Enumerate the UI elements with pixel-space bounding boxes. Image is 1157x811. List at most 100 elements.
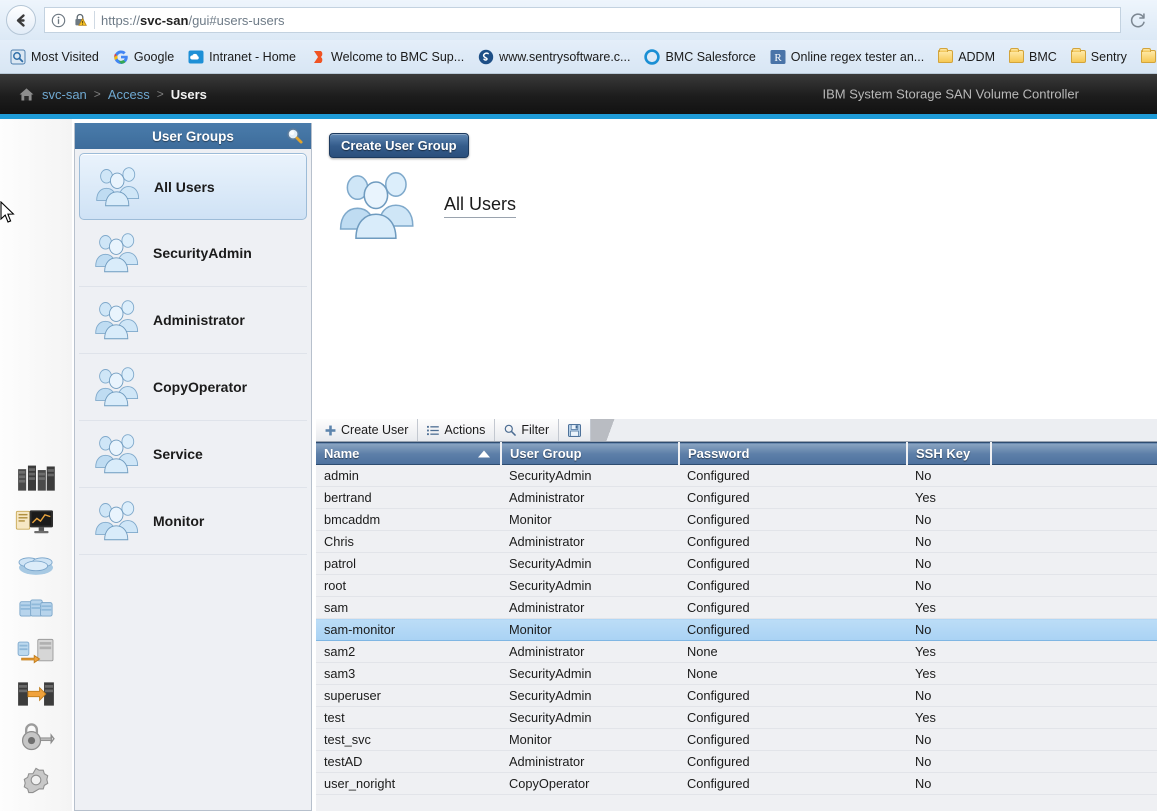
user-groups-header: User Groups (75, 123, 311, 149)
bookmark-folder-bmc[interactable]: BMC (1003, 48, 1063, 66)
sentry-icon (478, 49, 494, 65)
cell-password-status: Configured (679, 465, 907, 487)
cell-password-status: Configured (679, 707, 907, 729)
cell-ssh-key-status: No (907, 619, 991, 641)
bookmark-sentrysoftware[interactable]: www.sentrysoftware.c... (472, 47, 636, 67)
sidebar-item-label: Administrator (153, 312, 245, 328)
table-row[interactable]: sam-monitorMonitorConfiguredNo (316, 619, 1157, 641)
cell-user-name: sam-monitor (316, 619, 501, 641)
sidebar-item-all-users[interactable]: All Users (79, 153, 307, 220)
cell-user-name: bmcaddm (316, 509, 501, 531)
table-row[interactable]: test_svcMonitorConfiguredNo (316, 729, 1157, 751)
user-groups-panel: User Groups (74, 123, 312, 811)
column-header-ssh-key[interactable]: SSH Key (907, 443, 991, 465)
cell-password-status: None (679, 663, 907, 685)
breadcrumb-item-svc-san[interactable]: svc-san (42, 87, 87, 102)
magnifier-icon (504, 424, 516, 436)
settings-icon[interactable] (14, 763, 58, 797)
hosts-icon[interactable] (14, 634, 58, 668)
column-header-user-group[interactable]: User Group (501, 443, 679, 465)
bookmark-label: Online regex tester an... (791, 50, 924, 64)
breadcrumb-item-access[interactable]: Access (108, 87, 150, 102)
column-header-name[interactable]: Name (316, 443, 501, 465)
table-row[interactable]: adminSecurityAdminConfiguredNo (316, 465, 1157, 487)
bookmark-label: Most Visited (31, 50, 99, 64)
table-body: adminSecurityAdminConfiguredNobertrandAd… (316, 465, 1157, 795)
sidebar-item-monitor[interactable]: Monitor (79, 488, 307, 555)
volumes-icon[interactable] (14, 591, 58, 625)
address-bar[interactable]: https://svc-san/gui#users-users (44, 7, 1121, 33)
copy-services-icon[interactable] (14, 677, 58, 711)
cell-spacer (991, 729, 1157, 751)
salesforce-icon (644, 49, 660, 65)
column-header-password[interactable]: Password (679, 443, 907, 465)
cell-spacer (991, 487, 1157, 509)
pools-icon[interactable] (14, 548, 58, 582)
bookmark-bmc-salesforce[interactable]: BMC Salesforce (638, 47, 761, 67)
cell-user-name: test (316, 707, 501, 729)
cell-user-group: Administrator (501, 641, 679, 663)
bookmark-bmc-support[interactable]: Welcome to BMC Sup... (304, 47, 470, 67)
sidebar-item-label: SecurityAdmin (153, 245, 252, 261)
nav-rail (0, 119, 72, 811)
save-disk-icon (568, 424, 581, 437)
cell-password-status: None (679, 641, 907, 663)
folder-icon (1141, 50, 1156, 63)
info-icon[interactable] (51, 13, 66, 28)
bookmark-intranet-home[interactable]: Intranet - Home (182, 47, 302, 67)
main-content: Create User Group All Users (316, 119, 1157, 811)
bookmark-folder-sentry-admin[interactable]: Sentry Admin (1135, 48, 1157, 66)
table-row[interactable]: bmcaddmMonitorConfiguredNo (316, 509, 1157, 531)
table-row[interactable]: patrolSecurityAdminConfiguredNo (316, 553, 1157, 575)
create-user-button[interactable]: Create User (316, 419, 418, 441)
bookmark-google[interactable]: Google (107, 47, 180, 67)
filter-button[interactable]: Filter (495, 419, 559, 441)
cell-user-name: bertrand (316, 487, 501, 509)
save-table-button[interactable] (559, 419, 591, 441)
bookmark-folder-addm[interactable]: ADDM (932, 48, 1001, 66)
table-row[interactable]: user_norightCopyOperatorConfiguredNo (316, 773, 1157, 795)
home-icon[interactable] (18, 87, 35, 102)
monitoring-icon[interactable] (14, 462, 58, 496)
folder-icon (1009, 50, 1024, 63)
table-row[interactable]: sam2AdministratorNoneYes (316, 641, 1157, 663)
table-row[interactable]: testADAdministratorConfiguredNo (316, 751, 1157, 773)
table-row[interactable]: ChrisAdministratorConfiguredNo (316, 531, 1157, 553)
cell-password-status: Configured (679, 597, 907, 619)
bookmark-label: Sentry (1091, 50, 1127, 64)
cell-user-group: SecurityAdmin (501, 663, 679, 685)
cell-spacer (991, 773, 1157, 795)
sidebar-item-administrator[interactable]: Administrator (79, 287, 307, 354)
cell-ssh-key-status: No (907, 553, 991, 575)
table-row[interactable]: sam3SecurityAdminNoneYes (316, 663, 1157, 685)
regex-r-icon: R (770, 49, 786, 65)
cell-spacer (991, 553, 1157, 575)
create-user-group-button[interactable]: Create User Group (329, 133, 469, 158)
breadcrumb: svc-san > Access > Users (0, 87, 207, 102)
back-button[interactable] (6, 5, 36, 35)
table-row[interactable]: rootSecurityAdminConfiguredNo (316, 575, 1157, 597)
bookmark-label: Google (134, 50, 174, 64)
table-row[interactable]: testSecurityAdminConfiguredYes (316, 707, 1157, 729)
sidebar-item-label: Monitor (153, 513, 204, 529)
table-row[interactable]: samAdministratorConfiguredYes (316, 597, 1157, 619)
insecure-lock-warning-icon[interactable] (72, 12, 88, 28)
cell-spacer (991, 751, 1157, 773)
bookmark-most-visited[interactable]: Most Visited (4, 47, 105, 67)
reload-button[interactable] (1125, 7, 1151, 33)
toolbar-label: Create User (341, 423, 408, 437)
search-icon[interactable] (286, 127, 303, 149)
access-icon[interactable] (14, 720, 58, 754)
actions-button[interactable]: Actions (418, 419, 495, 441)
sidebar-item-copyoperator[interactable]: CopyOperator (79, 354, 307, 421)
bookmarks-bar: Most Visited Google Intranet - Home Welc… (0, 40, 1157, 74)
cell-password-status: Configured (679, 509, 907, 531)
bookmark-online-regex-tester[interactable]: R Online regex tester an... (764, 47, 930, 67)
table-row[interactable]: bertrandAdministratorConfiguredYes (316, 487, 1157, 509)
sidebar-item-securityadmin[interactable]: SecurityAdmin (79, 220, 307, 287)
sidebar-item-service[interactable]: Service (79, 421, 307, 488)
column-header-spacer[interactable] (991, 443, 1157, 465)
bookmark-folder-sentry[interactable]: Sentry (1065, 48, 1133, 66)
performance-icon[interactable] (14, 505, 58, 539)
table-row[interactable]: superuserSecurityAdminConfiguredNo (316, 685, 1157, 707)
